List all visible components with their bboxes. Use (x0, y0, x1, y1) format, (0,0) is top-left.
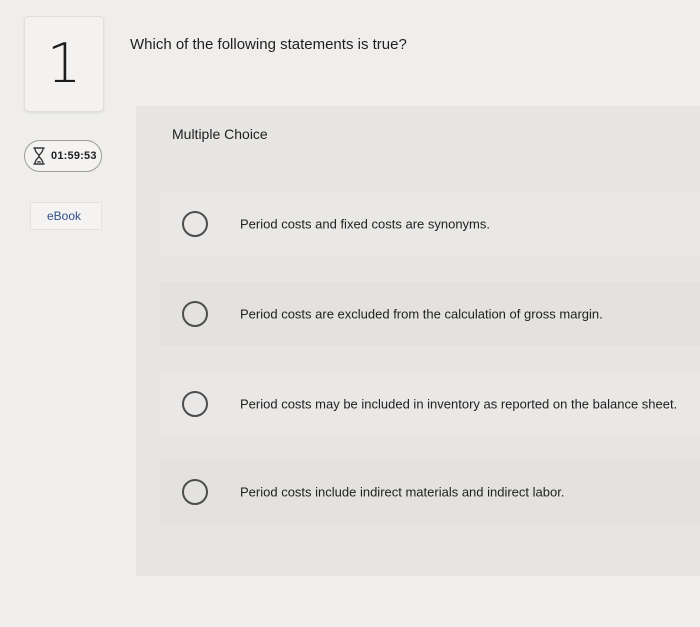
question-number-box: 1 (24, 16, 104, 112)
hourglass-icon (33, 147, 45, 165)
answer-option-3[interactable]: Period costs may be included in inventor… (160, 372, 700, 436)
radio-button-icon[interactable] (182, 479, 208, 505)
answer-option-text: Period costs are excluded from the calcu… (240, 306, 603, 322)
answer-option-4[interactable]: Period costs include indirect materials … (160, 460, 700, 524)
answer-option-text: Period costs may be included in inventor… (240, 396, 678, 412)
timer-pill: 01:59:53 (24, 140, 102, 172)
answer-option-1[interactable]: Period costs and fixed costs are synonym… (160, 192, 700, 256)
answer-panel: Multiple Choice Period costs and fixed c… (136, 106, 700, 576)
multiple-choice-label: Multiple Choice (172, 126, 268, 142)
radio-button-icon[interactable] (182, 211, 208, 237)
timer-value: 01:59:53 (51, 150, 97, 162)
radio-button-icon[interactable] (182, 391, 208, 417)
answer-option-2[interactable]: Period costs are excluded from the calcu… (160, 282, 700, 346)
answer-option-text: Period costs and fixed costs are synonym… (240, 216, 491, 232)
radio-button-icon[interactable] (182, 301, 208, 327)
answer-option-text: Period costs include indirect materials … (240, 484, 565, 500)
question-prompt: Which of the following statements is tru… (130, 36, 407, 53)
question-number: 1 (46, 32, 82, 95)
ebook-link[interactable]: eBook (30, 202, 102, 230)
